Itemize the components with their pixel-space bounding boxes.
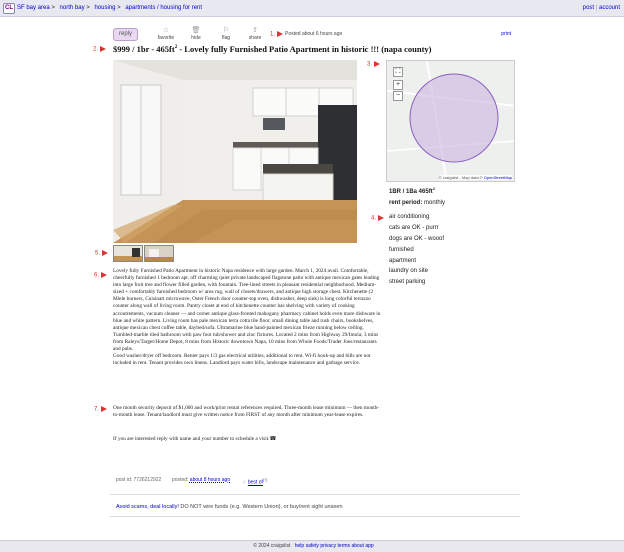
annotation-marker-5: 5. [95, 250, 109, 257]
attribute-item: dogs are OK - wooof [389, 236, 445, 242]
scam-warning: Avoid scams, deal locally! DO NOT wire f… [116, 504, 343, 510]
openstreetmap-link[interactable]: OpenStreetMap [484, 175, 512, 180]
divider [110, 516, 520, 517]
listing-contact-note: If you are interested reply with name an… [113, 436, 385, 443]
attribute-item: laundry on site [389, 268, 429, 274]
attribute-item: air conditioning [389, 214, 430, 220]
footer-link-help[interactable]: help [295, 543, 304, 549]
hide-button[interactable]: 🗑 hide [181, 27, 211, 41]
map-area-circle [387, 61, 514, 181]
posted-meta: posted: about 8 hours ago [172, 477, 231, 483]
thumbnail-image [145, 246, 173, 261]
rent-period: rent period: monthly [389, 200, 446, 206]
location-map[interactable]: ⛶ + − © craigslist - Map data © OpenStre… [386, 60, 515, 182]
fullscreen-icon[interactable]: ⛶ [393, 67, 403, 77]
terms-paragraph: One month security deposit of $1,000 and… [113, 405, 380, 419]
listing-description: Lovely fully Furnished Patio Apartment i… [113, 268, 385, 367]
red-flag-icon [277, 31, 284, 37]
attribute-item: furnished [389, 247, 414, 253]
footer-link-about[interactable]: about [351, 543, 364, 549]
bed-bath-size: 1BR / 1Ba 465ft2 [389, 186, 435, 195]
share-icon: ⇪ [252, 27, 258, 34]
red-flag-icon [100, 46, 107, 52]
red-flag-icon [101, 406, 108, 412]
favorite-label: favorite [157, 35, 175, 41]
star-icon: ☆ [162, 27, 170, 34]
annotation-marker-4: 4. [371, 215, 385, 222]
top-nav-bar: CL SF bay area > north bay > housing > a… [0, 0, 624, 17]
attribute-item: apartment [389, 258, 417, 264]
flag-label: flag [221, 35, 231, 41]
zoom-out-button[interactable]: − [393, 91, 403, 101]
craigslist-logo[interactable]: CL [3, 3, 15, 14]
top-right-links: post | account [582, 5, 620, 11]
annotation-marker-2: 2. [93, 46, 107, 53]
annotation-marker-3: 3. [367, 61, 381, 68]
breadcrumb-apartments[interactable]: apartments / housing for rent [125, 5, 202, 11]
annotation-marker-1: 1. [270, 31, 284, 38]
red-flag-icon [101, 272, 108, 278]
trash-icon: 🗑 [191, 27, 201, 34]
posted-time-link[interactable]: about 8 hours ago [190, 477, 230, 483]
post-link[interactable]: post [583, 5, 594, 11]
share-button[interactable]: ⇪ share [240, 27, 270, 41]
annotation-marker-7: 7. [94, 406, 108, 413]
footer: © 2024 craigslist help safety privacy te… [0, 540, 624, 552]
description-paragraph: Good washer/dryer off bedroom. Renter pa… [113, 353, 371, 367]
attribute-item: cats are OK - purrr [389, 225, 439, 231]
thumbnail-image [114, 246, 142, 261]
map-attribution: © craigslist - Map data © OpenStreetMap [438, 175, 512, 180]
footer-link-privacy[interactable]: privacy [320, 543, 336, 549]
breadcrumb-separator: > [86, 5, 90, 11]
breadcrumb-sf-bay-area[interactable]: SF bay area [17, 5, 50, 11]
listing-terms: One month security deposit of $1,000 and… [113, 405, 385, 419]
breadcrumb-separator: > [51, 5, 55, 11]
hide-label: hide [191, 35, 201, 41]
photo-thumbnail[interactable] [113, 245, 143, 262]
copyright: © 2024 craigslist [253, 543, 291, 549]
post-id: post id: 7726212922 [116, 477, 162, 483]
breadcrumb-housing[interactable]: housing [94, 5, 115, 11]
listing-title: $999 / 1br - 465ft2 - Lovely fully Furni… [113, 44, 432, 54]
footer-link-safety[interactable]: safety [306, 543, 319, 549]
photo-thumbnail[interactable] [144, 245, 174, 262]
favorite-button[interactable]: ☆ favorite [151, 27, 181, 41]
share-label: share [248, 35, 262, 41]
star-icon: ☆ [242, 479, 247, 486]
flag-button[interactable]: ⚐ flag [211, 27, 241, 41]
breadcrumb-separator: > [117, 5, 121, 11]
avoid-scams-link[interactable]: Avoid scams, deal locally! [116, 504, 179, 510]
print-link[interactable]: print [501, 31, 511, 37]
divider [110, 494, 520, 495]
posted-time: Posted about 6 hours ago [285, 31, 343, 37]
best-of-link[interactable]: ☆ best of[?] [242, 477, 267, 486]
red-flag-icon [102, 250, 109, 256]
flag-icon: ⚐ [222, 27, 230, 34]
red-flag-icon [378, 215, 385, 221]
attribute-item: street parking [389, 279, 426, 285]
red-flag-icon [374, 61, 381, 67]
footer-link-app[interactable]: app [365, 543, 373, 549]
breadcrumb: SF bay area > north bay > housing > apar… [17, 5, 202, 11]
reply-button[interactable]: reply [113, 28, 138, 41]
zoom-in-button[interactable]: + [393, 80, 403, 90]
apartment-photo-illustration [113, 60, 357, 243]
contact-paragraph: If you are interested reply with name an… [113, 436, 277, 442]
description-paragraph: Lovely fully Furnished Patio Apartment i… [113, 268, 381, 353]
main-photo[interactable] [113, 60, 357, 243]
breadcrumb-north-bay[interactable]: north bay [60, 5, 85, 11]
account-link[interactable]: account [599, 5, 620, 11]
annotation-marker-6: 6. [94, 272, 108, 279]
footer-link-terms[interactable]: terms [338, 543, 351, 549]
